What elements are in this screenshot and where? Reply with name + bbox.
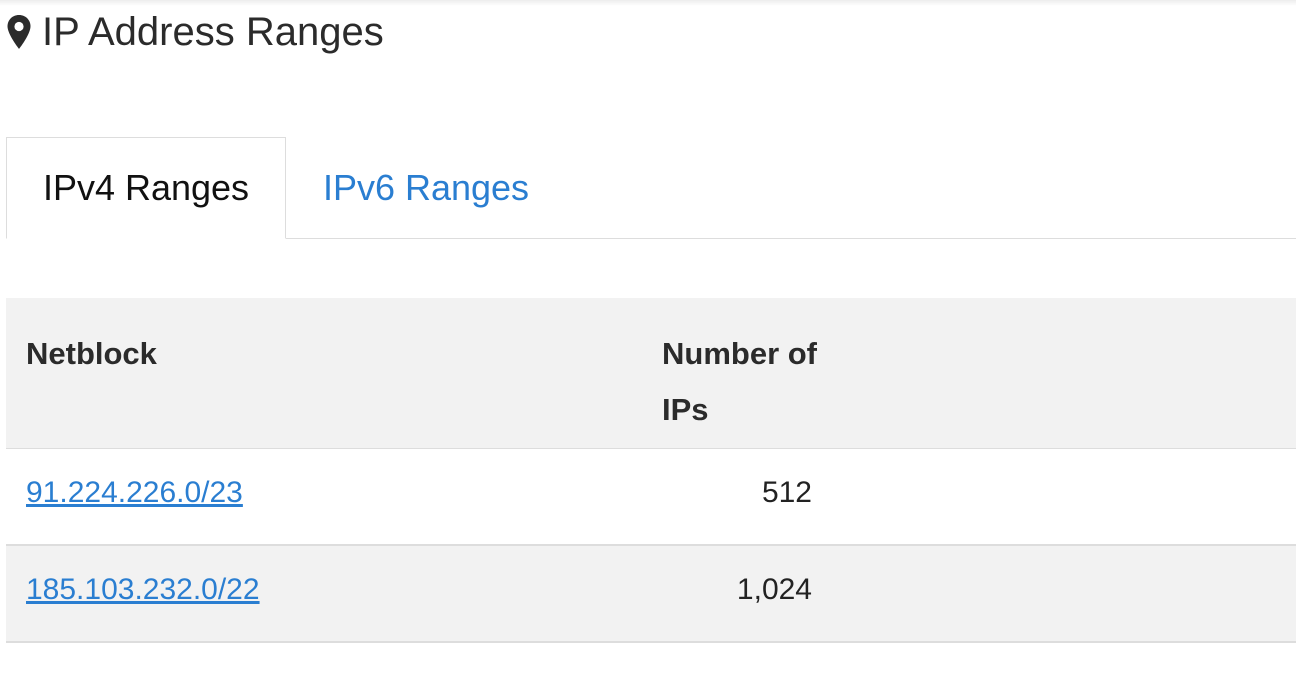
ip-count: 512 <box>761 476 812 509</box>
table-row: 185.103.232.0/22 1,024 <box>6 546 1296 643</box>
map-pin-icon <box>6 12 34 52</box>
page-title: IP Address Ranges <box>42 9 384 54</box>
tab-ipv4-ranges[interactable]: IPv4 Ranges <box>6 137 286 239</box>
table-row: 91.224.226.0/23 512 <box>6 449 1296 546</box>
page-header: IP Address Ranges <box>6 8 384 56</box>
tab-ipv6-ranges[interactable]: IPv6 Ranges <box>306 137 546 238</box>
ip-ranges-table: Netblock Number of IPs 91.224.226.0/23 5… <box>6 298 1296 643</box>
column-header-number-of-ips[interactable]: Number of IPs <box>662 326 842 438</box>
netblock-link[interactable]: 185.103.232.0/22 <box>26 573 260 607</box>
ip-count: 1,024 <box>736 573 812 606</box>
table-header: Netblock Number of IPs <box>6 298 1296 449</box>
netblock-link[interactable]: 91.224.226.0/23 <box>26 476 243 510</box>
range-tabs: IPv4 Ranges IPv6 Ranges <box>6 137 1296 239</box>
top-shadow <box>0 0 1296 6</box>
column-header-netblock[interactable]: Netblock <box>26 326 157 382</box>
